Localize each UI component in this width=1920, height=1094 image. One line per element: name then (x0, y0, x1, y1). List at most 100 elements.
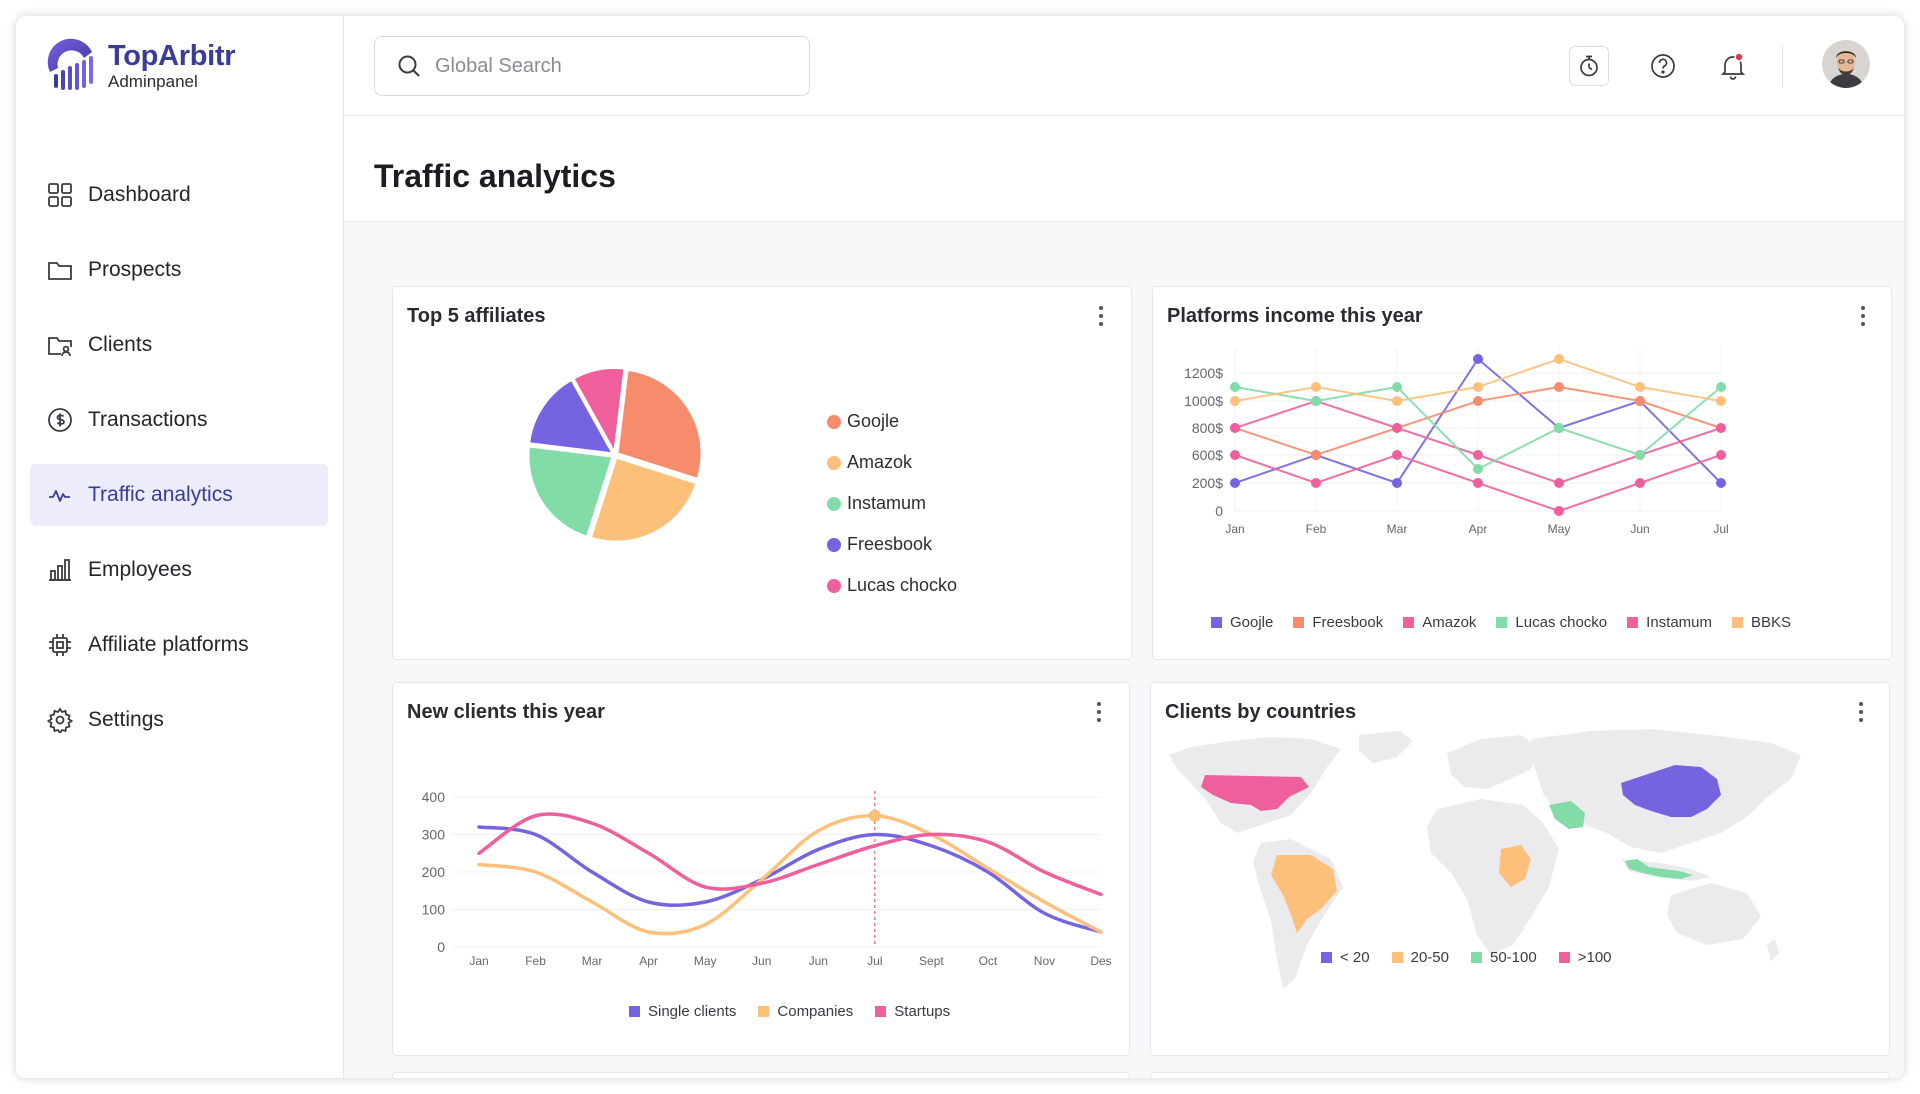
data-point[interactable] (1716, 450, 1726, 460)
sidebar-item-settings[interactable]: Settings (30, 689, 328, 751)
x-tick-label: Feb (1306, 522, 1327, 536)
legend-item: Freesbook (1293, 614, 1383, 631)
data-point[interactable] (1311, 396, 1321, 406)
sidebar-item-label: Transactions (88, 408, 208, 431)
x-tick-label: Mar (1387, 522, 1408, 536)
data-point[interactable] (1230, 423, 1240, 433)
x-tick-label: Feb (525, 954, 546, 968)
sidebar-item-dashboard[interactable]: Dashboard (30, 164, 328, 226)
sidebar-item-label: Traffic analytics (88, 483, 233, 506)
sidebar-item-employees[interactable]: Employees (30, 539, 328, 601)
data-point[interactable] (1230, 396, 1240, 406)
legend-label: Startups (894, 1003, 951, 1020)
y-tick-label: 400 (422, 789, 446, 805)
y-tick-label: 0 (437, 939, 445, 955)
legend-label: 20-50 (1410, 949, 1449, 966)
legend-swatch (1471, 952, 1482, 963)
data-point[interactable] (1716, 396, 1726, 406)
legend-item: < 20 (1321, 949, 1370, 966)
data-point[interactable] (1473, 354, 1483, 364)
folder-icon (46, 256, 74, 284)
data-point[interactable] (1554, 382, 1564, 392)
data-point[interactable] (1635, 396, 1645, 406)
data-point[interactable] (1473, 450, 1483, 460)
data-point[interactable] (1635, 382, 1645, 392)
legend-item: >100 (1558, 949, 1612, 966)
new-clients-line-chart: 400 300 200 100 0 Jan Feb Mar Apr May Jun Jun Jul Sep… (422, 789, 1112, 968)
data-point[interactable] (1473, 464, 1483, 474)
legend-item: Amazok (827, 442, 957, 483)
avatar[interactable] (1822, 40, 1870, 88)
data-point[interactable] (1635, 478, 1645, 488)
sidebar-nav: Dashboard Prospects Clients Transactions (30, 164, 328, 764)
sidebar-item-traffic-analytics[interactable]: Traffic analytics (30, 464, 328, 526)
data-point[interactable] (1230, 450, 1240, 460)
legend-item: 20-50 (1391, 949, 1449, 966)
x-tick-label: Apr (1469, 522, 1488, 536)
highlight-point[interactable] (868, 809, 881, 822)
legend-item: BBKS (1732, 614, 1791, 631)
data-point[interactable] (1311, 382, 1321, 392)
app-subtitle: Adminpanel (108, 72, 198, 91)
data-point[interactable] (1311, 450, 1321, 460)
data-point[interactable] (1635, 450, 1645, 460)
legend-swatch (629, 1006, 640, 1017)
legend-item: Freesbook (827, 524, 957, 565)
y-tick-label: 200$ (1192, 475, 1223, 491)
search-input[interactable] (435, 54, 795, 78)
data-point[interactable] (1473, 382, 1483, 392)
legend-swatch (1403, 617, 1415, 628)
data-point[interactable] (1230, 478, 1240, 488)
sidebar-item-transactions[interactable]: Transactions (30, 389, 328, 451)
x-tick-label: Des (1090, 954, 1111, 968)
x-tick-label: Nov (1034, 954, 1055, 968)
data-point[interactable] (1311, 478, 1321, 488)
legend-label: Instamum (1646, 614, 1713, 631)
data-point[interactable] (1554, 354, 1564, 364)
data-point[interactable] (1392, 450, 1402, 460)
data-point[interactable] (1554, 506, 1564, 516)
x-tick-label: Jun (809, 954, 828, 968)
data-point[interactable] (1392, 396, 1402, 406)
card-partial (392, 1072, 1130, 1078)
logo[interactable]: TopArbitr Adminpanel (44, 38, 236, 94)
legend-label: Lucas chocko (1515, 614, 1608, 631)
sidebar-item-prospects[interactable]: Prospects (30, 239, 328, 301)
data-point[interactable] (1473, 396, 1483, 406)
timer-icon (1580, 55, 1598, 77)
legend-dot (827, 578, 841, 593)
search-icon (398, 55, 420, 77)
data-point[interactable] (1554, 423, 1564, 433)
sidebar-item-affiliate-platforms[interactable]: Affiliate platforms (30, 614, 328, 676)
legend-label: Single clients (648, 1003, 737, 1020)
sidebar-item-label: Prospects (88, 258, 182, 281)
app-window: TopArbitr Adminpanel Dashboard Prospects (16, 16, 1904, 1078)
search-box[interactable] (374, 36, 810, 96)
sidebar-item-clients[interactable]: Clients (30, 314, 328, 376)
data-point[interactable] (1392, 382, 1402, 392)
data-point[interactable] (1392, 423, 1402, 433)
legend-label: Freesbook (1312, 614, 1384, 631)
help-button[interactable] (1643, 46, 1683, 86)
notifications-button[interactable] (1713, 46, 1753, 86)
data-point[interactable] (1554, 478, 1564, 488)
legend-dot (827, 455, 841, 470)
data-point[interactable] (1473, 478, 1483, 488)
data-point[interactable] (1716, 423, 1726, 433)
y-tick-label: 1000$ (1184, 393, 1223, 409)
data-point[interactable] (1716, 382, 1726, 392)
x-tick-label: Apr (639, 954, 658, 968)
main-content: Top 5 affiliates Goojle Amazok Instamum Fre… (344, 222, 1904, 1078)
timer-button[interactable] (1569, 46, 1609, 86)
data-point[interactable] (1716, 478, 1726, 488)
y-tick-label: 200 (422, 864, 446, 880)
y-tick-label: 300 (422, 827, 446, 843)
legend-swatch (1496, 617, 1508, 628)
bar-chart-icon (46, 556, 74, 584)
data-point[interactable] (1230, 382, 1240, 392)
income-line-chart: 1200$ 1000$ 800$ 600$ 200$ 0Jan Feb Mar Apr May Ju… (1184, 347, 1729, 536)
data-point[interactable] (1392, 478, 1402, 488)
x-tick-label: Oct (979, 954, 998, 968)
legend-swatch (758, 1006, 770, 1017)
legend-item: Lucas chocko (1496, 614, 1607, 631)
